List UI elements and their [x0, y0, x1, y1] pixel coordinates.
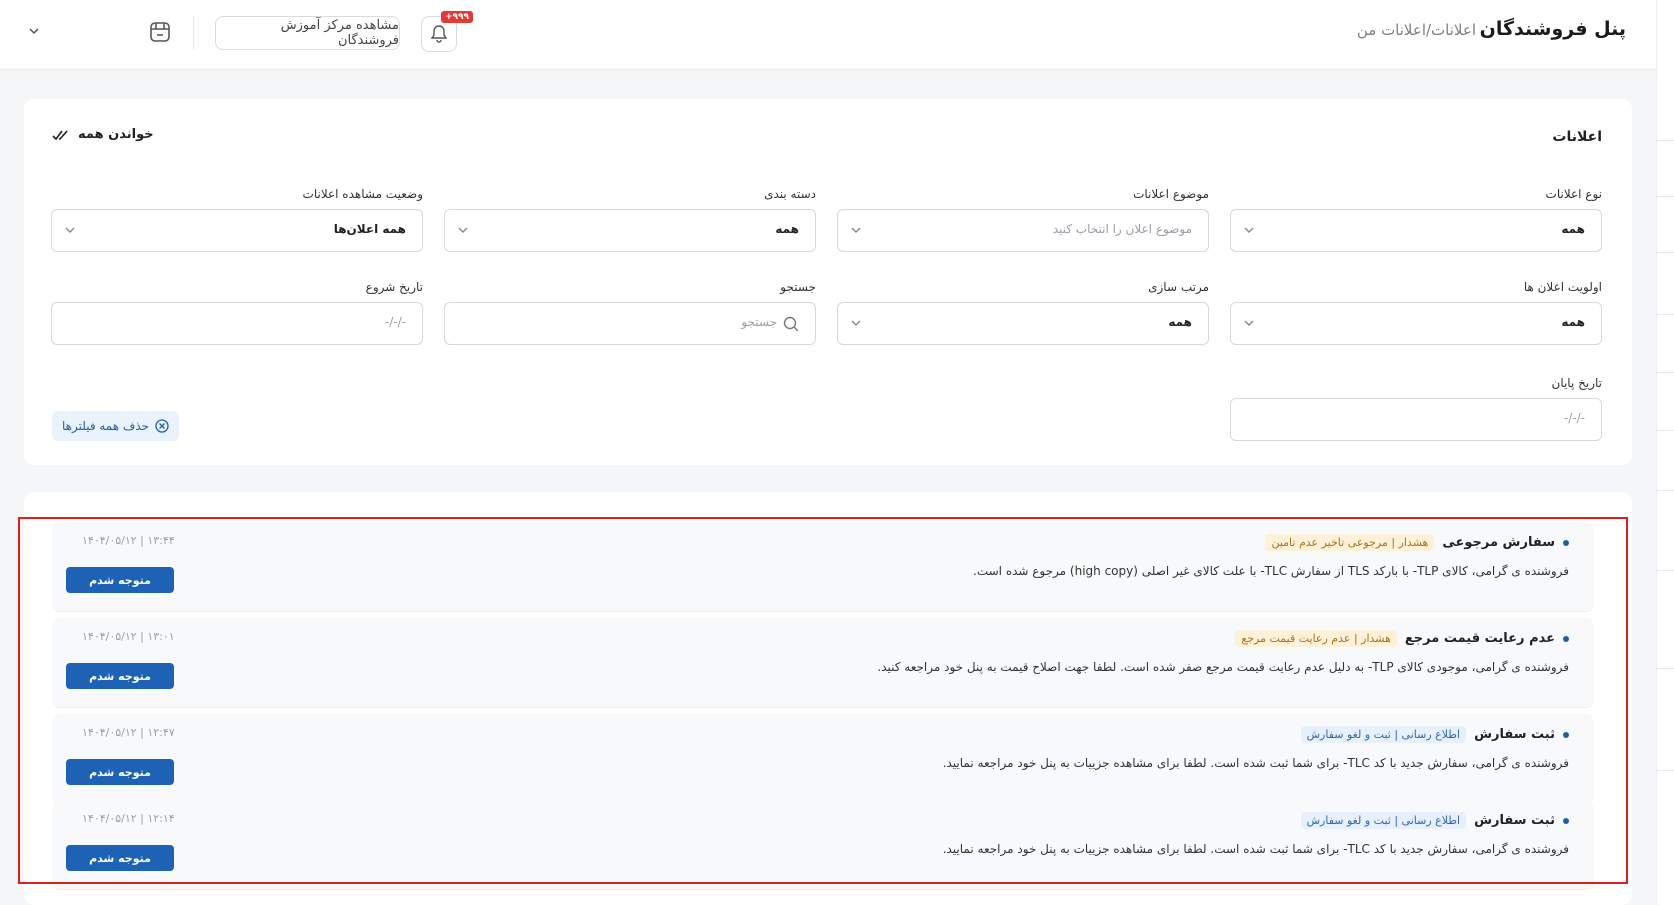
notification-tag: هشدار | مرجوعی تاخیر عدم تامین — [1265, 534, 1435, 551]
notification-body: فروشنده ی گرامی، موجودی کالای TLP- به دل… — [877, 660, 1569, 674]
notification-title-row: ثبت سفارش اطلاع رسانی | ثبت و لغو سفارش — [1300, 812, 1569, 829]
notification-subject-select[interactable]: موضوع اعلان را انتخاب کنید — [837, 209, 1209, 252]
sort-select[interactable]: همه — [837, 302, 1209, 345]
priority-label: اولویت اعلان ها — [1523, 280, 1602, 294]
clear-filters-button[interactable]: حذف همه فیلترها — [52, 411, 180, 441]
notification-subject-label: موضوع اعلانات — [1133, 187, 1209, 201]
chevron-down-icon — [851, 320, 861, 326]
close-circle-icon — [155, 419, 169, 433]
notification-date: ۱۴۰۴/۰۵/۱۲ | ۱۳:۰۱ — [82, 630, 175, 643]
sort-label: مرتب سازی — [1148, 280, 1209, 294]
notification-body: فروشنده ی گرامی، سفارش جدید با کد TLC- ب… — [942, 842, 1569, 856]
notification-item: ثبت سفارش اطلاع رسانی | ثبت و لغو سفارش … — [52, 714, 1594, 804]
notification-type-label: نوع اعلانات — [1545, 187, 1602, 201]
chevron-down-icon — [1244, 227, 1254, 233]
right-side-panel — [1656, 0, 1674, 905]
start-date-label: تاریخ شروع — [365, 280, 423, 294]
category-label: دسته بندی — [764, 187, 816, 201]
notification-body: فروشنده ی گرامی، سفارش جدید با کد TLC- ب… — [942, 756, 1569, 770]
priority-select[interactable]: همه — [1230, 302, 1602, 345]
double-check-icon — [52, 129, 68, 140]
notification-title-row: عدم رعایت قیمت مرجع هشدار | عدم رعایت قی… — [1235, 630, 1569, 647]
search-icon — [783, 316, 799, 332]
acknowledge-button[interactable]: متوجه شدم — [66, 567, 174, 593]
clear-filters-label: حذف همه فیلترها — [62, 419, 150, 433]
store-icon[interactable] — [148, 20, 172, 44]
notification-type-select[interactable]: همه — [1230, 209, 1602, 252]
notification-tag: اطلاع رسانی | ثبت و لغو سفارش — [1300, 726, 1467, 743]
search-input[interactable]: جستجو — [444, 302, 816, 345]
education-center-button[interactable]: مشاهده مرکز آموزش فروشندگان — [215, 16, 400, 50]
category-value: همه — [775, 222, 799, 236]
view-status-label: وضعیت مشاهده اعلانات — [302, 187, 423, 201]
end-date-label: تاریخ پایان — [1551, 376, 1603, 390]
read-all-label: خواندن همه — [78, 127, 154, 142]
chevron-down-icon — [65, 227, 75, 233]
top-bar: پنل فروشندگان اعلانات/اعلانات من +۹۹۹ مش… — [0, 0, 1656, 70]
brand-title: پنل فروشندگان — [1479, 18, 1626, 40]
page-title: اعلانات — [1552, 129, 1602, 145]
unread-dot-icon — [1563, 635, 1569, 642]
view-status-select[interactable]: همه اعلان‌ها — [51, 209, 423, 252]
notification-date: ۱۴۰۴/۰۵/۱۲ | ۱۲:۴۷ — [82, 726, 175, 739]
end-date-placeholder: -/-/- — [1563, 411, 1585, 425]
start-date-placeholder: -/-/- — [384, 315, 406, 329]
acknowledge-button[interactable]: متوجه شدم — [66, 663, 174, 689]
read-all-button[interactable]: خواندن همه — [52, 127, 154, 142]
bell-icon — [430, 25, 448, 43]
notification-body: فروشنده ی گرامی، کالای TLP- با بارکد TLS… — [973, 564, 1569, 578]
notification-type-value: همه — [1561, 222, 1585, 236]
chevron-down-icon — [458, 227, 468, 233]
notification-tag: هشدار | عدم رعایت قیمت مرجع — [1235, 630, 1397, 647]
notification-title-row: ثبت سفارش اطلاع رسانی | ثبت و لغو سفارش — [1300, 726, 1569, 743]
unread-dot-icon — [1563, 539, 1569, 546]
acknowledge-button[interactable]: متوجه شدم — [66, 845, 174, 871]
notification-date: ۱۴۰۴/۰۵/۱۲ | ۱۲:۱۴ — [82, 812, 175, 825]
breadcrumb[interactable]: اعلانات/اعلانات من — [1357, 21, 1476, 39]
unread-dot-icon — [1563, 817, 1569, 824]
acknowledge-button[interactable]: متوجه شدم — [66, 759, 174, 785]
notification-item: ثبت سفارش اطلاع رسانی | ثبت و لغو سفارش … — [52, 800, 1594, 890]
divider — [193, 16, 194, 50]
filters-card: اعلانات خواندن همه نوع اعلانات همه موضوع… — [24, 99, 1632, 465]
chevron-down-icon[interactable] — [28, 27, 40, 35]
category-select[interactable]: همه — [444, 209, 816, 252]
notification-title: سفارش مرجوعی — [1442, 535, 1555, 550]
chevron-down-icon — [1244, 320, 1254, 326]
end-date-input[interactable]: -/-/- — [1230, 398, 1602, 441]
notification-date: ۱۴۰۴/۰۵/۱۲ | ۱۳:۴۴ — [82, 534, 175, 547]
notification-count-badge: +۹۹۹ — [441, 11, 474, 23]
notification-item: سفارش مرجوعی هشدار | مرجوعی تاخیر عدم تا… — [52, 522, 1594, 612]
notification-subject-placeholder: موضوع اعلان را انتخاب کنید — [1052, 222, 1192, 236]
notification-title: عدم رعایت قیمت مرجع — [1404, 631, 1555, 646]
chevron-down-icon — [851, 227, 861, 233]
notification-title-row: سفارش مرجوعی هشدار | مرجوعی تاخیر عدم تا… — [1265, 534, 1569, 551]
search-label: جستجو — [780, 280, 816, 294]
priority-value: همه — [1561, 315, 1585, 329]
notification-item: عدم رعایت قیمت مرجع هشدار | عدم رعایت قی… — [52, 618, 1594, 708]
view-status-value: همه اعلان‌ها — [333, 222, 406, 236]
start-date-input[interactable]: -/-/- — [51, 302, 423, 345]
unread-dot-icon — [1563, 731, 1569, 738]
notification-tag: اطلاع رسانی | ثبت و لغو سفارش — [1300, 812, 1467, 829]
sort-value: همه — [1168, 315, 1192, 329]
notification-title: ثبت سفارش — [1474, 813, 1555, 828]
notification-title: ثبت سفارش — [1474, 727, 1555, 742]
search-placeholder: جستجو — [741, 315, 777, 329]
